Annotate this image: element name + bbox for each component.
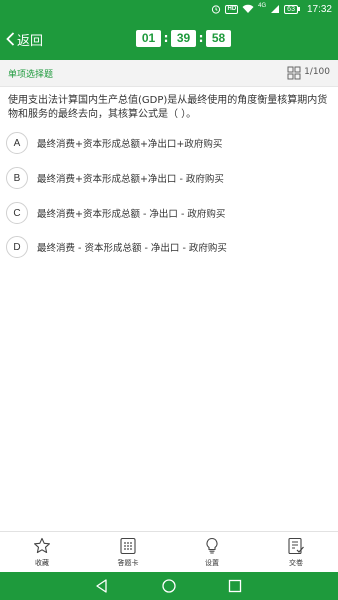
timer-minutes: 39: [171, 30, 196, 47]
option-letter: D: [6, 236, 28, 258]
submit-paper-icon: [288, 537, 304, 555]
nav-label: 交卷: [289, 559, 303, 567]
nav-label: 收藏: [35, 559, 49, 567]
back-button[interactable]: 返回: [6, 29, 43, 49]
timer-hours: 01: [136, 30, 161, 47]
network-type: 4G: [258, 3, 267, 9]
question-counter: 1/100: [304, 67, 330, 77]
option-b[interactable]: B 最终消费+资本形成总额+净出口 - 政府购买: [6, 166, 332, 190]
option-text: 最终消费+资本形成总额 - 净出口 - 政府购买: [37, 209, 226, 220]
timer-separator: :: [163, 31, 169, 45]
grid-icon[interactable]: [287, 66, 301, 80]
alarm-icon: [212, 5, 221, 14]
question-type-bar: 单项选择题 1/100: [0, 60, 338, 87]
back-label: 返回: [17, 32, 44, 48]
option-letter: C: [6, 202, 28, 224]
option-letter: B: [6, 167, 28, 189]
signal-icon: [271, 5, 280, 13]
hd-badge: HD: [225, 4, 239, 14]
bottom-toolbar: 收藏 答题卡 设置 交卷: [0, 531, 338, 572]
recents-square-icon[interactable]: [227, 578, 243, 594]
answer-card-button[interactable]: 答题卡: [98, 537, 158, 571]
option-text: 最终消费 - 资本形成总额 - 净出口 - 政府购买: [37, 243, 227, 254]
favorite-button[interactable]: 收藏: [12, 537, 72, 571]
nav-label: 设置: [205, 559, 219, 567]
timer-separator: :: [198, 31, 204, 45]
status-bar: HD 4G 63 17:32: [0, 0, 338, 18]
option-c[interactable]: C 最终消费+资本形成总额 - 净出口 - 政府购买: [6, 201, 332, 225]
chevron-left-icon: [6, 32, 15, 46]
system-navigation-bar: [0, 572, 338, 600]
top-bar: 返回 01 : 39 : 58: [0, 18, 338, 60]
clock-time: 17:32: [306, 3, 332, 15]
option-letter: A: [6, 132, 28, 154]
battery-indicator: 63: [284, 4, 298, 14]
settings-button[interactable]: 设置: [182, 537, 242, 571]
nav-label: 答题卡: [117, 559, 139, 567]
wifi-icon: [242, 4, 254, 13]
lightbulb-icon: [206, 537, 218, 554]
option-text: 最终消费+资本形成总额+净出口 - 政府购买: [37, 174, 224, 185]
question-type-label: 单项选择题: [8, 70, 54, 80]
option-text: 最终消费+资本形成总额+净出口+政府购买: [37, 139, 223, 150]
option-a[interactable]: A 最终消费+资本形成总额+净出口+政府购买: [6, 131, 332, 155]
battery-tip: [297, 7, 300, 11]
back-triangle-icon[interactable]: [94, 578, 110, 594]
answer-card-icon: [120, 537, 136, 555]
home-circle-icon[interactable]: [161, 578, 177, 594]
battery-level: 63: [287, 5, 295, 13]
option-d[interactable]: D 最终消费 - 资本形成总额 - 净出口 - 政府购买: [6, 235, 332, 259]
submit-button[interactable]: 交卷: [266, 537, 326, 571]
star-icon: [34, 537, 50, 554]
countdown-timer: 01 : 39 : 58: [136, 29, 231, 48]
question-text: 使用支出法计算国内生产总值(GDP)是从最终使用的角度衡量核算期内货物和服务的最…: [8, 95, 328, 120]
status-indicators: HD 4G 63 17:32: [211, 3, 332, 15]
timer-seconds: 58: [206, 30, 231, 47]
